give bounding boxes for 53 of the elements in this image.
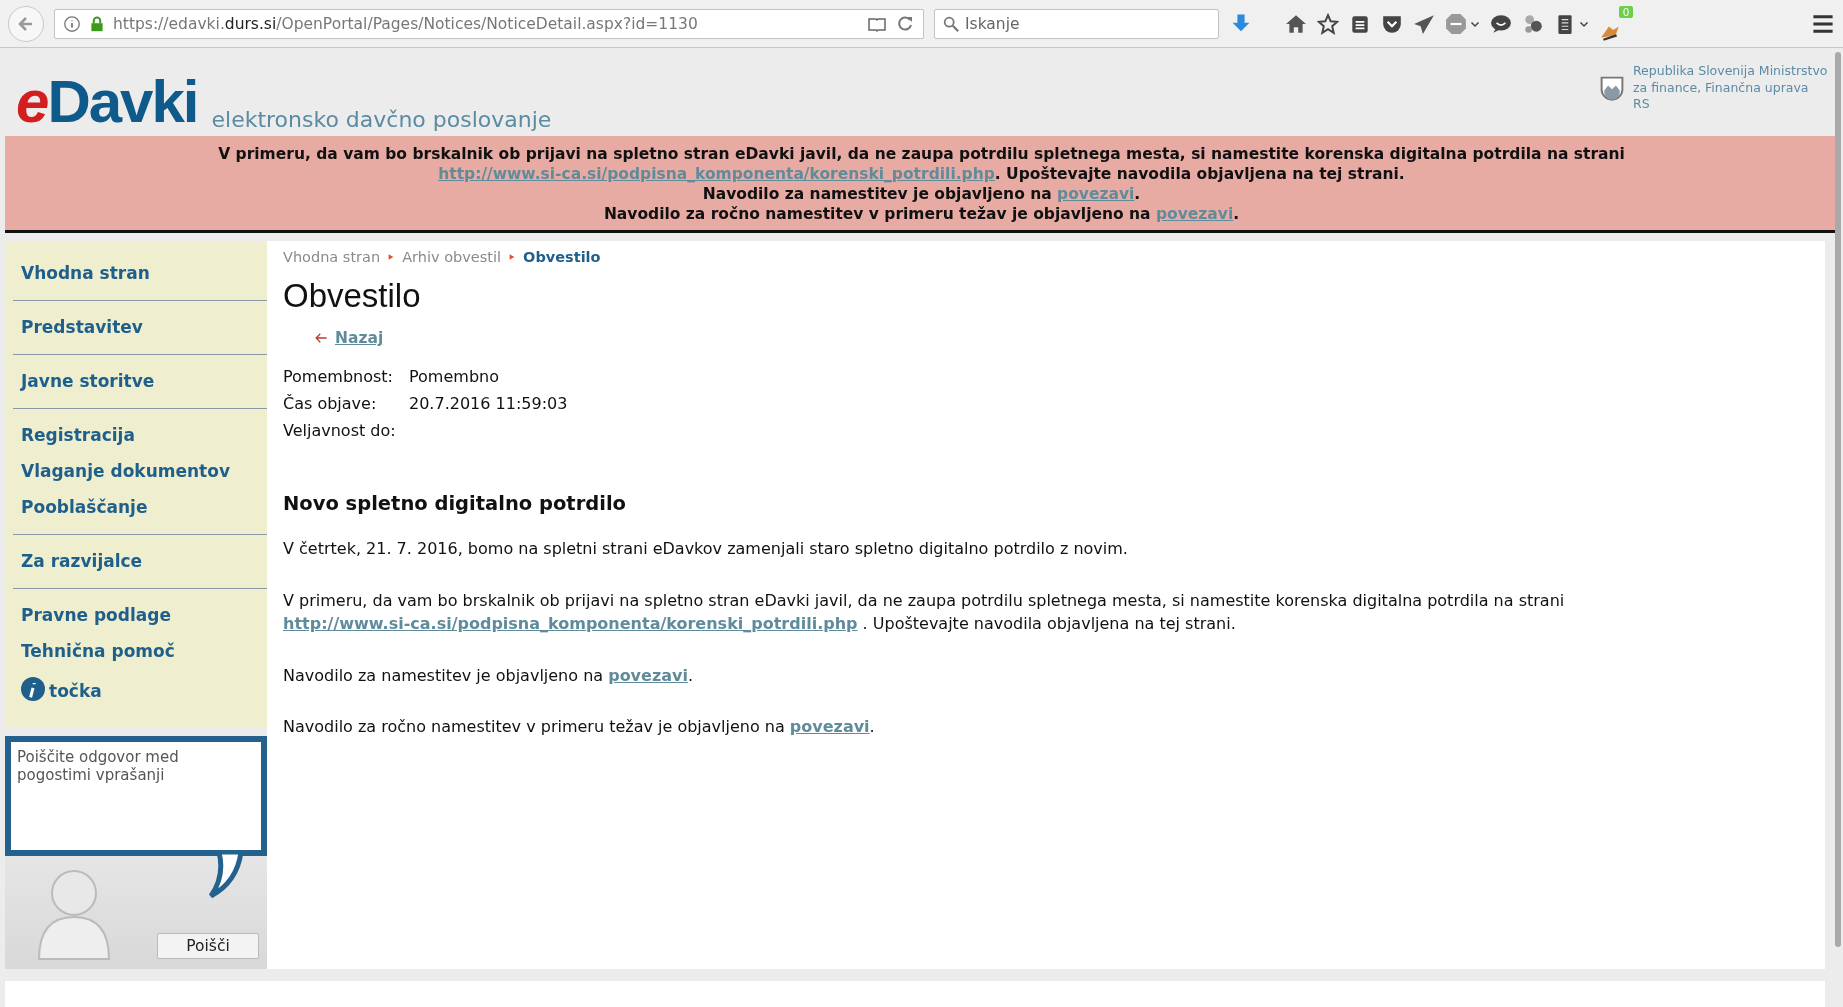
link[interactable]: povezavi: [789, 717, 870, 736]
nav-link[interactable]: Vlaganje dokumentov: [21, 461, 267, 481]
search-button[interactable]: Poišči: [157, 933, 259, 959]
nav-link[interactable]: Pravne podlage: [21, 605, 267, 625]
nav-link[interactable]: Predstavitev: [21, 317, 267, 337]
lock-icon: [89, 14, 105, 33]
field-value: Pomembno: [409, 367, 500, 386]
notice-paragraph: V četrtek, 21. 7. 2016, bomo na spletni strani eDavkov zamenjali staro spletno digitalno potrdilo z novim.: [283, 538, 1129, 560]
field-label: Pomembnost:: [283, 367, 394, 386]
logo[interactable]: eDavki: [16, 72, 198, 132]
nav-link[interactable]: Javne storitve: [21, 371, 267, 391]
banner-text: V primeru, da vam bo brskalnik ob prijavi na spletno stran eDavki javil, da ne zaupa potrdilu spletnega mesta, si namestite korenska digitalna potrdila na strani http://www.si-ca.si/podpisna_komponenta/korenski_potrdili.php. Upoštevajte navodila objavljena na tej strani.: [217, 144, 1626, 184]
notice-paragraph: V primeru, da vam bo brskalnik ob prijavi na spletno stran eDavki javil, da ne zaupa potrdilu spletnega mesta, si namestite korenska digitalna potrdila na strani http://www.si-ca.si/podpisna_komponenta/korenski_potrdili.php . Upoštevajte navodila objavljena na tej strani.: [283, 589, 1566, 635]
field-label: Čas objave:: [283, 394, 378, 413]
back-button[interactable]: [8, 5, 44, 42]
circles-icon: [1522, 12, 1544, 35]
notification-badge: 0: [1618, 5, 1633, 18]
breadcrumb-link[interactable]: Vhodna stran: [283, 249, 381, 265]
star-icon: [1317, 12, 1339, 35]
nav-link[interactable]: točka: [21, 677, 267, 701]
nav-link[interactable]: Registracija: [21, 425, 267, 445]
tagline: elektronsko davčno poslovanje: [211, 107, 552, 132]
scrollbar[interactable]: [1835, 52, 1841, 947]
field-label: Veljavnost do:: [283, 421, 397, 440]
banner-text: Navodilo za ročno namestitev v primeru težav je objavljeno na povezavi.: [602, 204, 1241, 224]
notice-paragraph: Navodilo za namestitev je objavljeno na povezavi.: [283, 664, 694, 687]
banner-text: Navodilo za namestitev je objavljeno na povezavi.: [701, 184, 1142, 204]
nav-link[interactable]: Tehnična pomoč: [21, 641, 267, 661]
stop-sign-icon: [1445, 12, 1467, 35]
nav-link[interactable]: Vhodna stran: [21, 263, 267, 283]
page-title: Obvestilo: [283, 277, 422, 315]
triangle-icon: [508, 252, 517, 262]
person-silhouette-icon: [35, 867, 113, 963]
smiley-icon: [1490, 12, 1512, 35]
ministry-text: Republika Slovenija Ministrstvo za finance, Finančna uprava RS: [1633, 63, 1829, 112]
search-field[interactable]: Iskanje: [934, 8, 1219, 39]
back-arrow-icon: [313, 331, 329, 345]
link[interactable]: povezavi: [608, 665, 688, 685]
notice-paragraph: Navodilo za ročno namestitev v primeru težav je objavljeno na povezavi.: [283, 716, 876, 738]
back-link[interactable]: Nazaj: [335, 329, 384, 347]
triangle-icon: [387, 252, 396, 262]
faq-input-field[interactable]: Poiščite odgovor med pogostimi vprašanji: [5, 736, 267, 856]
nav-link[interactable]: Za razvijalce: [21, 551, 267, 571]
nav-link[interactable]: Pooblaščanje: [21, 497, 267, 517]
field-value: 20.7.2016 11:59:03: [409, 394, 568, 413]
info-icon: [63, 14, 81, 33]
paper-plane-icon: [1413, 12, 1435, 35]
notice-heading: Novo spletno digitalno potrdilo: [283, 492, 627, 515]
link[interactable]: http://www.si-ca.si/podpisna_komponenta/korenski_potrdili.php: [283, 614, 858, 633]
breadcrumb-link[interactable]: Arhiv obvestil: [402, 249, 502, 265]
breadcrumb-link[interactable]: Obvestilo: [523, 249, 601, 265]
search-icon: [942, 14, 960, 33]
info-icon: [21, 677, 45, 701]
